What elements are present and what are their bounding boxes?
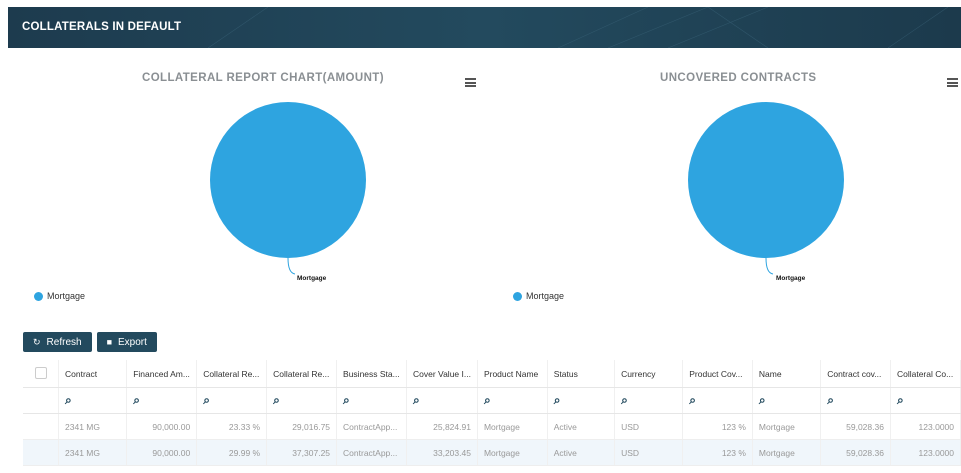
- table-header-row: Contract Financed Am... Collateral Re...…: [23, 360, 961, 388]
- table-cell: 123 %: [682, 439, 753, 466]
- table-cell: Active: [547, 439, 616, 466]
- pie-chart: [210, 102, 366, 275]
- column-header-collateral-coverage[interactable]: Collateral Co...: [890, 360, 961, 388]
- table-cell: 29,016.75: [266, 413, 338, 440]
- column-header-contract-coverage[interactable]: Contract cov...: [820, 360, 891, 388]
- column-header-business-status[interactable]: Business Sta...: [336, 360, 407, 388]
- table-cell: 29.99 %: [196, 439, 268, 466]
- table-row[interactable]: 2341 MG 90,000.00 23.33 % 29,016.75 Cont…: [23, 413, 961, 440]
- pie-chart: [688, 102, 844, 275]
- legend-marker: [34, 291, 43, 301]
- column-header-collateral-ratio[interactable]: Collateral Re...: [196, 360, 268, 388]
- table-cell: ContractApp...: [336, 439, 407, 466]
- table-cell: 123 %: [682, 413, 753, 440]
- pie-slice-label: Mortgage: [297, 275, 327, 282]
- table-cell: 123.0000: [890, 413, 961, 440]
- select-all-checkbox-cell[interactable]: [23, 360, 60, 388]
- legend-marker: [513, 291, 522, 301]
- grid-toolbar: ↻ Refresh ■ Export: [23, 332, 157, 352]
- column-header-contract[interactable]: Contract: [58, 360, 128, 388]
- table-cell: 90,000.00: [126, 413, 198, 440]
- legend-label: Mortgage: [526, 291, 565, 301]
- table-cell: Mortgage: [752, 439, 822, 466]
- table-cell: Mortgage: [752, 413, 822, 440]
- search-icon[interactable]: ⌕: [682, 387, 753, 414]
- column-header-name[interactable]: Name: [752, 360, 822, 388]
- column-header-currency[interactable]: Currency: [614, 360, 684, 388]
- table-cell: 37,307.25: [266, 439, 338, 466]
- search-icon[interactable]: ⌕: [820, 387, 891, 414]
- column-header-cover-value[interactable]: Cover Value I...: [406, 360, 478, 388]
- search-icon[interactable]: ⌕: [126, 387, 198, 414]
- search-icon[interactable]: ⌕: [890, 387, 961, 414]
- table-cell: USD: [614, 413, 684, 440]
- filter-row: ⌕ ⌕ ⌕ ⌕ ⌕ ⌕ ⌕ ⌕ ⌕ ⌕ ⌕ ⌕ ⌕: [23, 387, 961, 414]
- table-cell: 2341 MG: [58, 439, 128, 466]
- refresh-icon: ↻: [33, 336, 41, 347]
- column-header-product-name[interactable]: Product Name: [477, 360, 548, 388]
- table-cell: 25,824.91: [406, 413, 478, 440]
- table-cell: 123.0000: [890, 439, 961, 466]
- table-cell: 2341 MG: [58, 413, 128, 440]
- legend-label: Mortgage: [47, 291, 86, 301]
- export-button[interactable]: ■ Export: [96, 332, 157, 352]
- export-label: Export: [118, 336, 147, 348]
- search-icon[interactable]: ⌕: [196, 387, 268, 414]
- search-icon[interactable]: ⌕: [336, 387, 407, 414]
- table-cell: Mortgage: [477, 413, 548, 440]
- table-cell: 33,203.45: [406, 439, 478, 466]
- filter-cell-empty: [23, 387, 60, 414]
- table-cell: 23.33 %: [196, 413, 268, 440]
- select-all-checkbox[interactable]: [34, 366, 47, 379]
- pie-slice-label: Mortgage: [776, 275, 806, 282]
- table-row[interactable]: 2341 MG 90,000.00 29.99 % 37,307.25 Cont…: [23, 439, 961, 466]
- search-icon[interactable]: ⌕: [477, 387, 548, 414]
- table-cell: 90,000.00: [126, 439, 198, 466]
- column-header-financed-amount[interactable]: Financed Am...: [126, 360, 198, 388]
- table-cell: Mortgage: [477, 439, 548, 466]
- page-title: COLLATERALS IN DEFAULT: [22, 21, 182, 33]
- collateral-report-chart: COLLATERAL REPORT CHART(AMOUNT) Mortgage…: [8, 60, 478, 310]
- uncovered-contracts-chart: UNCOVERED CONTRACTS Mortgage Mortgage: [490, 60, 961, 310]
- column-header-product-coverage[interactable]: Product Cov...: [682, 360, 753, 388]
- page-header: COLLATERALS IN DEFAULT: [8, 7, 961, 48]
- search-icon[interactable]: ⌕: [547, 387, 616, 414]
- table-cell: USD: [614, 439, 684, 466]
- search-icon[interactable]: ⌕: [58, 387, 128, 414]
- table-cell: ContractApp...: [336, 413, 407, 440]
- search-icon[interactable]: ⌕: [406, 387, 478, 414]
- file-icon: ■: [106, 337, 112, 347]
- refresh-label: Refresh: [46, 336, 82, 348]
- search-icon[interactable]: ⌕: [266, 387, 338, 414]
- pie-label-connector: [765, 257, 774, 275]
- column-header-collateral-value[interactable]: Collateral Re...: [266, 360, 338, 388]
- table-cell: 59,028.36: [820, 413, 891, 440]
- refresh-button[interactable]: ↻ Refresh: [23, 332, 92, 352]
- search-icon[interactable]: ⌕: [752, 387, 822, 414]
- pie-slice-mortgage[interactable]: [210, 102, 366, 258]
- collaterals-table: Contract Financed Am... Collateral Re...…: [23, 360, 961, 466]
- search-icon[interactable]: ⌕: [614, 387, 684, 414]
- table-cell: Active: [547, 413, 616, 440]
- legend-item-mortgage[interactable]: Mortgage: [34, 291, 85, 301]
- pie-label-connector: [287, 257, 296, 275]
- table-cell: 59,028.36: [820, 439, 891, 466]
- row-select-cell[interactable]: [23, 439, 60, 466]
- legend-item-mortgage[interactable]: Mortgage: [513, 291, 564, 301]
- pie-slice-mortgage[interactable]: [688, 102, 844, 258]
- column-header-status[interactable]: Status: [547, 360, 616, 388]
- row-select-cell[interactable]: [23, 413, 60, 440]
